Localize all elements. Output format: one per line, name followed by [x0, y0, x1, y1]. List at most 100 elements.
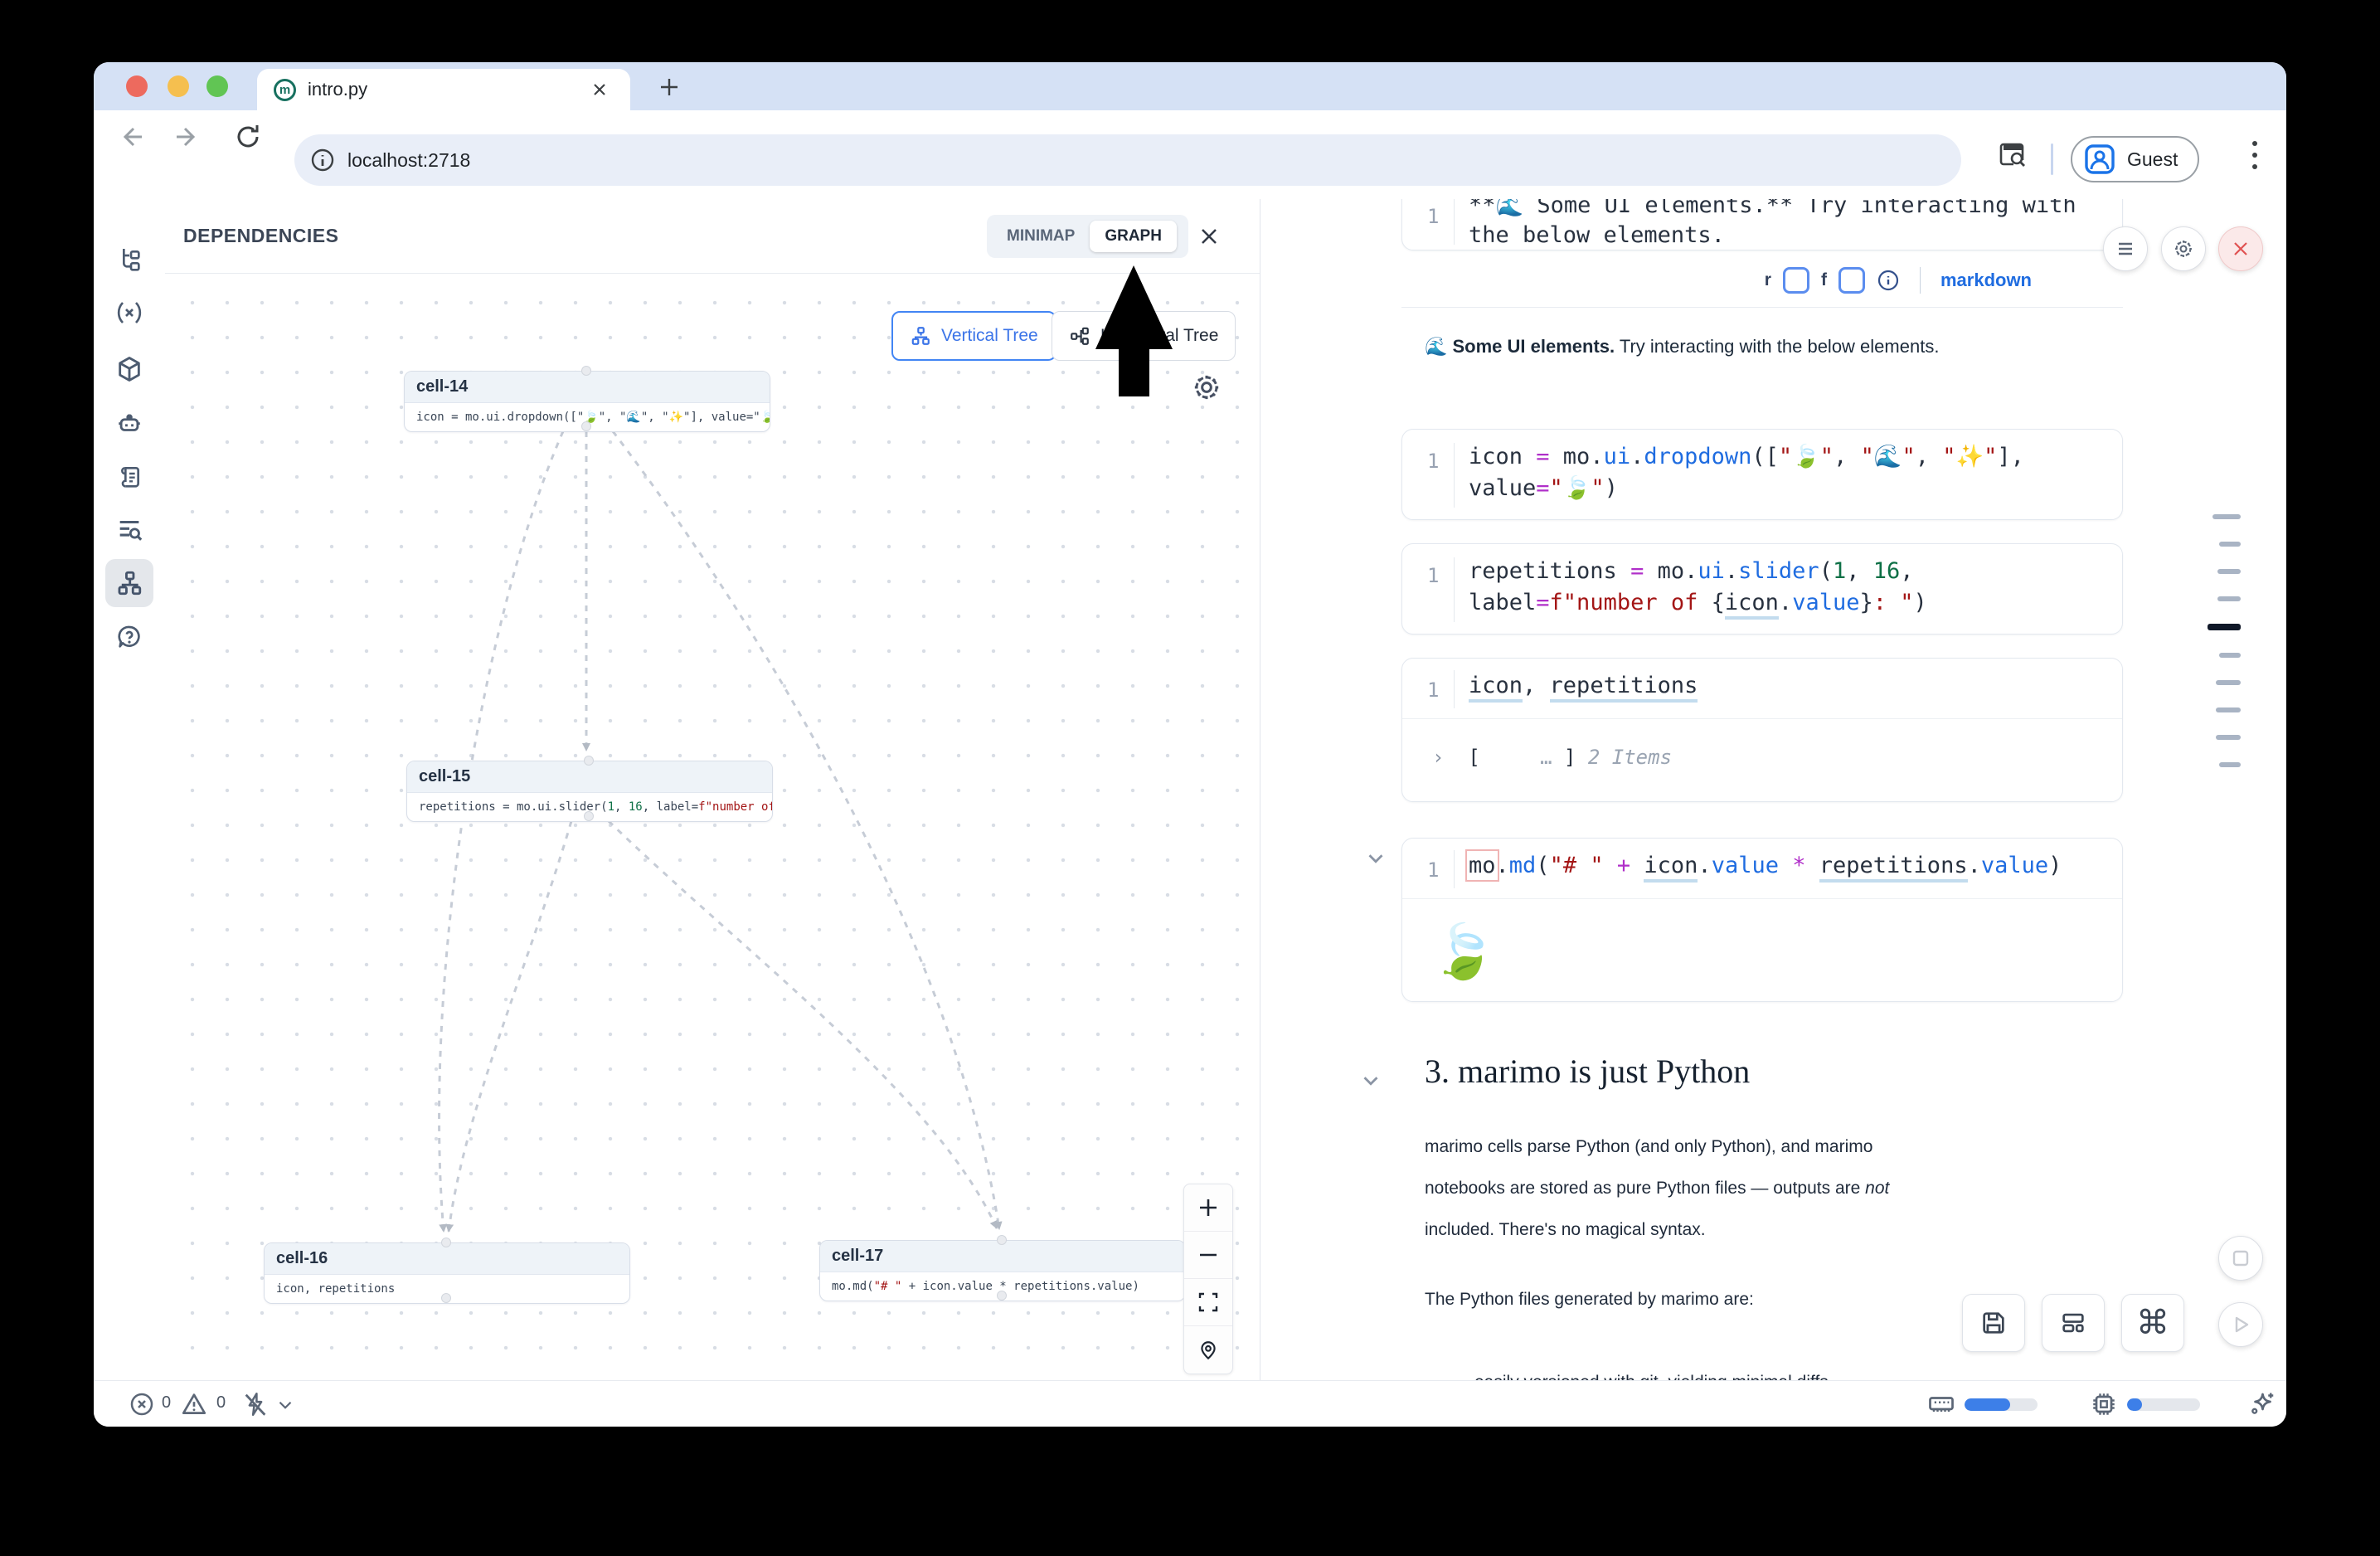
shutdown-button[interactable]	[2218, 226, 2263, 271]
reactive-checkbox[interactable]	[1783, 267, 1809, 294]
dependencies-panel: DEPENDENCIES MINIMAP GRAPH	[165, 199, 1260, 1380]
traffic-light-zoom[interactable]	[206, 75, 228, 97]
traffic-light-minimize[interactable]	[168, 75, 189, 97]
layout-button[interactable]	[2042, 1294, 2105, 1352]
url-bar[interactable]: localhost:2718	[294, 134, 1961, 186]
code-line: icon = mo.ui.dropdown(["🍃", "🌊", "✨"],	[1469, 441, 2024, 473]
code-cell-slider[interactable]: 1 repetitions = mo.ui.slider(1, 16, labe…	[1401, 543, 2123, 635]
section-heading: 3. marimo is just Python	[1425, 1052, 1750, 1091]
stop-kernel-button[interactable]	[2218, 1236, 2263, 1281]
forward-icon[interactable]	[173, 122, 203, 152]
code-cell-momd[interactable]: 1 mo.md("# " + icon.value * repetitions.…	[1401, 838, 2123, 1002]
markdown-output-bold: 🌊 Some UI elements.	[1425, 336, 1615, 357]
command-icon: ⌘	[2136, 1304, 2169, 1342]
gutter-divider	[1454, 850, 1455, 888]
minimap-cell-marker[interactable]	[2217, 569, 2241, 574]
ram-usage-bar	[1965, 1398, 2038, 1411]
back-icon[interactable]	[115, 122, 145, 152]
sidebar-item-dependency-graph[interactable]	[105, 559, 153, 607]
graph-settings-icon[interactable]	[1190, 371, 1223, 404]
cell-output-collapsed[interactable]: › [ … ] 2 Items	[1432, 742, 1672, 773]
minimap-cell-marker[interactable]	[2219, 542, 2241, 547]
autorun-disabled-icon[interactable]	[241, 1390, 270, 1418]
collapse-cell-chevron-icon[interactable]	[1363, 846, 1388, 871]
close-panel-icon[interactable]	[1198, 226, 1220, 247]
horizontal-tree-button[interactable]: Horizontal Tree	[1052, 311, 1236, 361]
sidebar-item-packages[interactable]	[105, 345, 153, 393]
markdown-output-rest: Try interacting with the below elements.	[1615, 336, 1939, 357]
tab-close-icon[interactable]	[590, 80, 609, 99]
cpu-icon	[2089, 1389, 2119, 1419]
tab-graph[interactable]: GRAPH	[1090, 221, 1177, 252]
errors-icon[interactable]	[129, 1391, 155, 1417]
ai-sparkle-icon[interactable]	[2246, 1389, 2276, 1419]
graph-zoom-controls	[1183, 1184, 1233, 1374]
site-info-icon[interactable]	[309, 147, 336, 173]
minimap-cell-marker[interactable]	[2216, 680, 2241, 685]
new-tab-button[interactable]	[658, 75, 681, 99]
node-port	[584, 811, 594, 821]
minimap-cell-marker[interactable]	[2219, 653, 2241, 658]
locate-node-button[interactable]	[1184, 1326, 1232, 1374]
zoom-out-button[interactable]	[1184, 1232, 1232, 1279]
vertical-tree-icon	[910, 325, 931, 347]
save-button[interactable]	[1962, 1294, 2025, 1352]
package-cube-icon	[115, 355, 143, 383]
sidebar-item-ai-assistant[interactable]	[105, 399, 153, 447]
code-cell-tuple[interactable]: 1 icon, repetitions › [ … ] 2 Items	[1401, 658, 2123, 802]
minimap-cell-marker[interactable]	[2217, 596, 2241, 601]
node-title: cell-16	[265, 1243, 629, 1275]
minimap-cell-marker[interactable]	[2216, 735, 2241, 740]
paragraph-italic: not	[1865, 1179, 1889, 1198]
minimap-cell-marker-active[interactable]	[2208, 624, 2241, 630]
tab-search-icon[interactable]	[1996, 139, 2029, 172]
sidebar-item-file-tree[interactable]	[105, 235, 153, 283]
vertical-tree-button[interactable]: Vertical Tree	[891, 311, 1056, 361]
browser-menu-icon[interactable]	[2250, 137, 2260, 173]
markdown-code-cell[interactable]: 1 **🌊 Some UI elements.** Try interactin…	[1401, 199, 2123, 250]
zoom-in-button[interactable]	[1184, 1184, 1232, 1232]
cell-info-icon[interactable]	[1877, 269, 1900, 292]
minimap-cell-marker[interactable]	[2212, 514, 2241, 519]
markdown-output: 🌊 Some UI elements. Try interacting with…	[1425, 336, 1939, 357]
file-tree-icon	[116, 246, 143, 272]
format-checkbox[interactable]	[1838, 267, 1865, 294]
dependency-edges	[165, 274, 1260, 1380]
warnings-icon[interactable]	[180, 1390, 208, 1418]
cell-mode-label[interactable]: markdown	[1940, 270, 2032, 291]
node-port	[441, 1238, 451, 1247]
minimap-cell-marker[interactable]	[2216, 707, 2241, 712]
traffic-light-close[interactable]	[126, 75, 148, 97]
run-all-button[interactable]	[2218, 1302, 2263, 1347]
browser-tab[interactable]: m intro.py	[257, 69, 630, 110]
output-divider	[1401, 307, 2123, 308]
runtime-chevron-icon[interactable]	[274, 1394, 296, 1416]
notebook-settings-button[interactable]	[2161, 226, 2206, 271]
tab-minimap[interactable]: MINIMAP	[992, 221, 1090, 252]
command-palette-button[interactable]: ⌘	[2121, 1294, 2184, 1352]
browser-tab-bar: m intro.py	[94, 62, 2286, 110]
code-line: label=f"number of {icon.value}: ")	[1469, 587, 1927, 619]
code-cell-dropdown[interactable]: 1 icon = mo.ui.dropdown(["🍃", "🌊", "✨"],…	[1401, 429, 2123, 520]
dependency-graph-icon	[115, 569, 143, 597]
sidebar-item-logs-search[interactable]	[105, 505, 153, 553]
reload-icon[interactable]	[233, 122, 263, 152]
collapse-section-chevron-icon[interactable]	[1358, 1068, 1383, 1093]
node-title: cell-17	[820, 1241, 1185, 1272]
sidebar-item-snippets[interactable]	[105, 453, 153, 501]
paragraph-line: marimo cells parse Python (and only Pyth…	[1425, 1137, 1872, 1156]
sidebar-item-variables[interactable]	[105, 289, 153, 337]
warning-count: 0	[216, 1393, 226, 1413]
node-port	[441, 1293, 451, 1303]
format-label: f	[1821, 270, 1827, 290]
guest-profile-button[interactable]: Guest	[2071, 136, 2199, 182]
minimap-cell-marker[interactable]	[2219, 762, 2241, 767]
sidebar-item-help[interactable]	[105, 613, 153, 661]
reactive-label: r	[1765, 270, 1771, 290]
cell-menu-button[interactable]	[2103, 226, 2148, 271]
section-paragraph: marimo cells parse Python (and only Pyth…	[1425, 1126, 2072, 1251]
notebook-panel: 1 **🌊 Some UI elements.** Try interactin…	[1260, 199, 2286, 1380]
dependency-graph-canvas[interactable]: Vertical Tree Horizontal Tree cell-14 ic…	[165, 274, 1260, 1380]
marimo-favicon: m	[274, 79, 296, 101]
fit-view-button[interactable]	[1184, 1279, 1232, 1326]
